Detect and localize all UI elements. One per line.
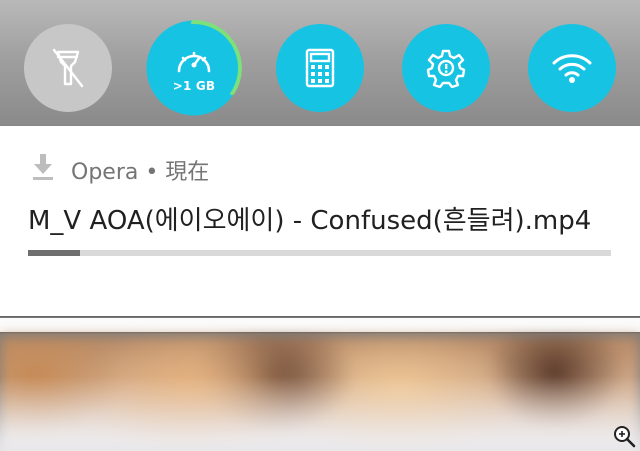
wifi-icon — [552, 54, 592, 83]
calculator-icon — [305, 48, 335, 88]
download-progress-bar — [28, 250, 611, 256]
download-notification[interactable]: Opera • 現在 M_V AOA(에이오에이) - Confused(흔들려… — [0, 126, 640, 294]
notification-app-line: Opera • 現在 — [71, 160, 210, 185]
flashlight-off-icon — [52, 48, 84, 88]
download-file-name: M_V AOA(에이오에이) - Confused(흔들려).mp4 — [28, 206, 592, 236]
download-progress-fill — [28, 250, 81, 256]
speedometer-icon — [177, 51, 211, 73]
zoom-icon[interactable] — [612, 424, 636, 448]
data-usage-tile[interactable] — [150, 24, 238, 112]
wifi-tile[interactable] — [528, 24, 616, 112]
gear-icon — [426, 49, 466, 88]
download-icon — [33, 154, 53, 180]
stacked-notification[interactable] — [0, 318, 640, 332]
settings-tile[interactable] — [402, 24, 490, 112]
data-usage-label: >1 GB — [172, 79, 216, 93]
flashlight-toggle[interactable] — [24, 24, 112, 112]
quick-settings-bar: >1 GB — [0, 0, 640, 126]
wallpaper-fade — [0, 336, 640, 451]
calculator-tile[interactable] — [276, 24, 364, 112]
stacked-notification[interactable] — [0, 294, 640, 316]
